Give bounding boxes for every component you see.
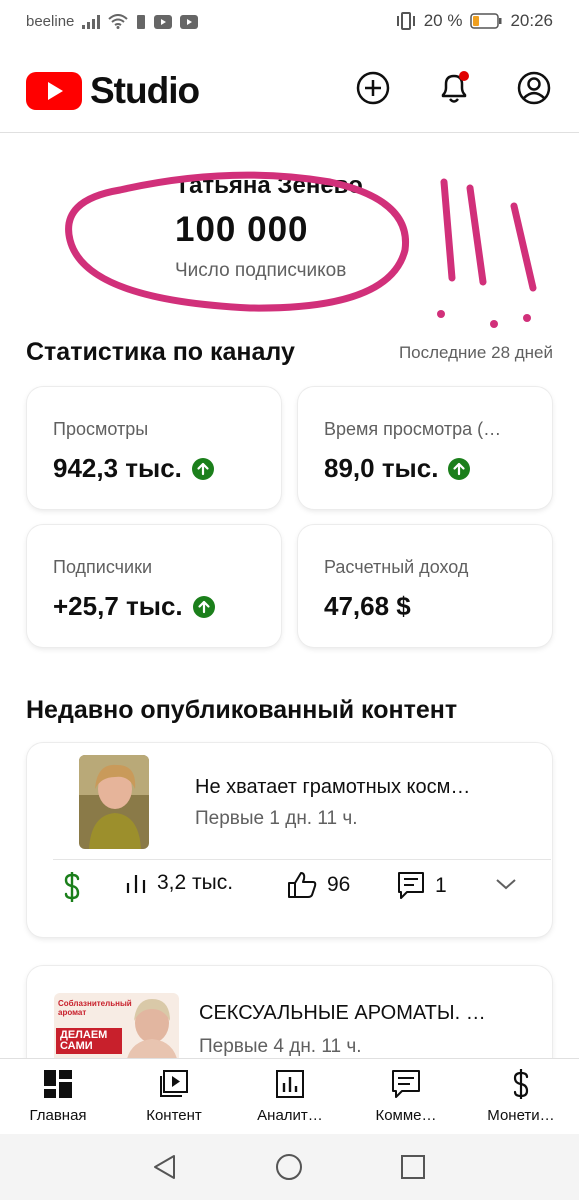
recent-content-title: Недавно опубликованный контент (26, 696, 458, 724)
stat-value: 47,68 $ (324, 591, 411, 621)
home-icon[interactable] (274, 1152, 304, 1182)
thumbnail-text: САМИ (60, 1040, 93, 1052)
likes-count: 96 (327, 873, 351, 896)
likes-metric: 96 (287, 871, 350, 899)
subscriber-count: 100 000 (175, 210, 309, 249)
stat-label: Просмотры (53, 419, 149, 439)
video-period: Первые 4 дн. 11 ч. (199, 1036, 362, 1057)
create-icon (356, 71, 390, 105)
status-bar: beeline 20 % 20:26 (0, 0, 579, 44)
wifi-icon (108, 14, 129, 29)
create-button[interactable] (355, 70, 391, 106)
notifications-icon (441, 71, 469, 103)
dollar-icon (64, 872, 80, 902)
views-bar-icon (126, 875, 146, 893)
views-metric: 3,2 тыс. (125, 871, 233, 895)
divider (53, 859, 551, 860)
expand-button[interactable] (495, 877, 517, 891)
comments-count: 1 (435, 874, 447, 897)
monetization-status[interactable] (61, 871, 83, 903)
studio-logo[interactable]: Studio (26, 70, 200, 112)
vibrate-icon (396, 12, 415, 30)
nav-label: Комме… (375, 1107, 437, 1124)
video-period: Первые 1 дн. 11 ч. (195, 808, 358, 829)
thumbnail-text: Соблазнительный (58, 999, 132, 1008)
stat-card-watch-time[interactable]: Время просмотра (… 89,0 тыс. (298, 387, 552, 509)
youtube-logo-icon (26, 72, 82, 110)
battery-percent: 20 % (423, 11, 463, 30)
channel-summary: Татьяна Зенево 100 000 Число подписчиков (175, 172, 363, 282)
sim-icon (137, 14, 146, 29)
stat-card-views[interactable]: Просмотры 942,3 тыс. (27, 387, 281, 509)
nav-item-comments[interactable]: Комме… (348, 1059, 464, 1135)
nav-label: Аналит… (257, 1107, 323, 1124)
battery-icon (470, 13, 502, 29)
thumbnail-text: аромат (58, 1008, 87, 1017)
stat-label: Подписчики (53, 557, 153, 577)
stats-period[interactable]: Последние 28 дней (399, 343, 553, 363)
channel-name: Татьяна Зенево (175, 172, 363, 199)
logo-text: Studio (90, 70, 200, 111)
stats-section-title: Статистика по каналу (26, 338, 295, 366)
app-header: Studio (0, 44, 579, 133)
analytics-icon (276, 1070, 304, 1098)
clock: 20:26 (510, 11, 553, 30)
stat-value: 942,3 тыс. (53, 453, 182, 483)
carrier-label: beeline (26, 13, 75, 30)
nav-item-dashboard[interactable]: Главная (0, 1059, 116, 1135)
stat-label: Время просмотра (… (324, 419, 502, 439)
nav-label: Монети… (487, 1107, 555, 1124)
subscriber-count-label: Число подписчиков (175, 260, 347, 281)
nav-label: Контент (146, 1107, 202, 1124)
video-title[interactable]: СЕКСУАЛЬНЫЕ АРОМАТЫ. … (199, 1002, 486, 1025)
signal-icon (82, 14, 101, 29)
trend-up-icon (448, 457, 471, 480)
trend-up-icon (192, 595, 215, 618)
thumbnail-image (79, 755, 149, 849)
nav-item-content[interactable]: Контент (116, 1059, 232, 1135)
bottom-navigation: Главная Контент Аналит… Комме… Монети… (0, 1058, 579, 1135)
account-button[interactable] (516, 70, 552, 106)
comment-icon (398, 872, 424, 899)
stat-card-subscribers[interactable]: Подписчики +25,7 тыс. (27, 525, 281, 647)
nav-label: Главная (29, 1107, 87, 1124)
stat-value: +25,7 тыс. (53, 591, 183, 621)
nav-item-analytics[interactable]: Аналит… (232, 1059, 348, 1135)
trend-up-icon (191, 457, 214, 480)
youtube-notification-icon (180, 14, 199, 29)
video-card[interactable]: Не хватает грамотных косм… Первые 1 дн. … (27, 743, 552, 937)
content-icon (160, 1070, 188, 1097)
thumbs-up-icon (288, 872, 317, 898)
video-title[interactable]: Не хватает грамотных косм… (195, 776, 470, 799)
account-icon (517, 71, 551, 105)
video-thumbnail[interactable]: Соблазнительный аромат ДЕЛАЕМ САМИ (54, 993, 179, 1063)
back-icon[interactable] (150, 1152, 180, 1182)
monetization-icon (513, 1069, 529, 1099)
youtube-notification-icon (154, 14, 173, 29)
chevron-down-icon (496, 879, 516, 890)
comments-icon (392, 1070, 420, 1098)
video-thumbnail[interactable] (79, 755, 149, 849)
comments-metric: 1 (397, 871, 447, 901)
stat-card-revenue[interactable]: Расчетный доход 47,68 $ (298, 525, 552, 647)
nav-item-monetization[interactable]: Монети… (463, 1059, 579, 1135)
system-navigation-bar (0, 1134, 579, 1200)
views-count: 3,2 тыс. (157, 871, 234, 894)
stat-label: Расчетный доход (324, 557, 469, 577)
recents-icon[interactable] (398, 1152, 428, 1182)
notifications-button[interactable] (436, 70, 472, 106)
dashboard-icon (44, 1070, 72, 1098)
stat-value: 89,0 тыс. (324, 453, 439, 483)
